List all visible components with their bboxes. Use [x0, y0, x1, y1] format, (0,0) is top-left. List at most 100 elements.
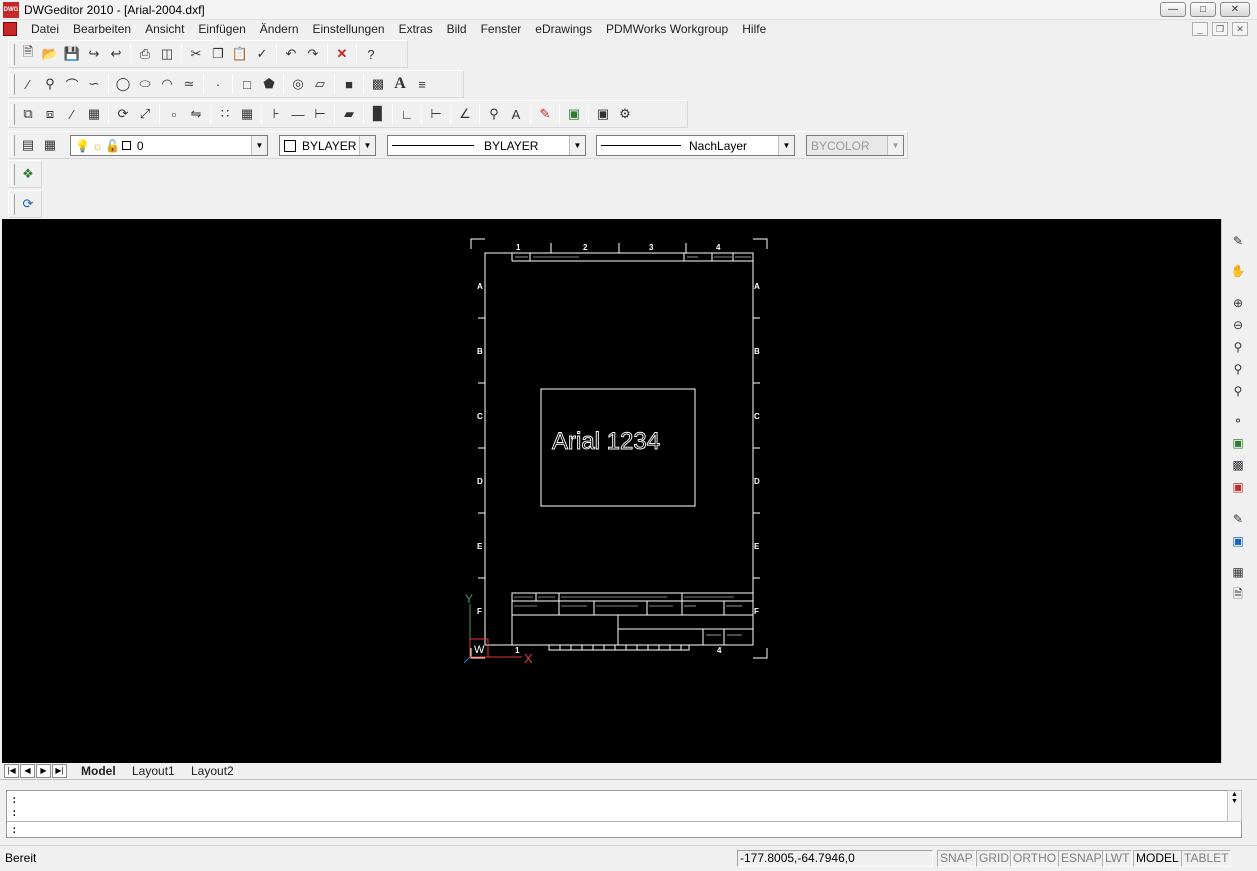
copy-entity-icon[interactable]: ⧉: [17, 103, 39, 125]
arc-icon[interactable]: ⌒: [61, 73, 83, 95]
copy-icon[interactable]: ❐: [207, 43, 229, 65]
snap-point-icon[interactable]: ❖: [17, 163, 39, 185]
last-tab-button[interactable]: ▶|: [52, 764, 67, 778]
explode-icon[interactable]: ▰: [338, 103, 360, 125]
join-icon[interactable]: —: [287, 103, 309, 125]
zoom-in-icon[interactable]: ⊕: [1228, 293, 1248, 313]
match-properties-icon[interactable]: ✓: [251, 43, 273, 65]
maximize-button[interactable]: □: [1190, 2, 1216, 17]
drawing-text[interactable]: Arial 1234: [552, 428, 661, 456]
menu-bild[interactable]: Bild: [440, 22, 474, 37]
help-icon[interactable]: ?: [360, 43, 382, 65]
document-properties-icon[interactable]: 🗎: [1228, 584, 1248, 604]
document-icon[interactable]: [3, 22, 17, 36]
esnap-toggle[interactable]: ESNAP: [1058, 850, 1105, 867]
tab-layout2[interactable]: Layout2: [191, 763, 234, 779]
mdi-minimize-button[interactable]: _: [1192, 22, 1208, 36]
mdi-close-button[interactable]: ✕: [1232, 22, 1248, 36]
ellipse-arc-icon[interactable]: ◠: [156, 73, 178, 95]
menu-aendern[interactable]: Ändern: [253, 22, 306, 37]
menu-ansicht[interactable]: Ansicht: [138, 22, 191, 37]
chevron-down-icon[interactable]: ▼: [569, 136, 585, 155]
polyline-icon[interactable]: ∽: [83, 73, 105, 95]
toolbar-grip[interactable]: [11, 74, 15, 95]
redo-icon[interactable]: ↷: [302, 43, 324, 65]
grid-array-icon[interactable]: ∷: [214, 103, 236, 125]
stretch-icon[interactable]: ⇋: [185, 103, 207, 125]
close-button[interactable]: ✕: [1220, 2, 1250, 17]
snap-toggle[interactable]: SNAP: [937, 850, 976, 867]
chart-icon[interactable]: ▉: [367, 103, 389, 125]
orbit-icon[interactable]: ⚬: [1228, 411, 1248, 431]
tablet-toggle[interactable]: TABLET: [1181, 850, 1232, 867]
viewport-icon[interactable]: ▣: [592, 103, 614, 125]
toolbar-grip[interactable]: [11, 104, 15, 125]
toolbar-grip[interactable]: [11, 135, 15, 156]
named-views-icon[interactable]: ▣: [1228, 531, 1248, 551]
paste-icon[interactable]: 📋: [229, 43, 251, 65]
layer-dropdown[interactable]: 💡 ☼ 🔓 0 ▼: [70, 135, 268, 156]
multiline-text-icon[interactable]: ≡: [411, 73, 433, 95]
menu-edrawings[interactable]: eDrawings: [528, 22, 599, 37]
spline-icon[interactable]: ≃: [178, 73, 200, 95]
layer-states-icon[interactable]: ▦: [39, 134, 61, 156]
move-icon[interactable]: ⧈: [39, 103, 61, 125]
command-window[interactable]: : : :: [6, 790, 1242, 838]
point-icon[interactable]: ·: [207, 73, 229, 95]
find-icon[interactable]: ⚲: [483, 103, 505, 125]
toolbar-grip[interactable]: [11, 194, 15, 215]
polygon-icon[interactable]: ⬟: [258, 73, 280, 95]
circle-icon[interactable]: ◯: [112, 73, 134, 95]
scale-icon[interactable]: ⤢: [134, 103, 156, 125]
text-icon[interactable]: A: [389, 73, 411, 95]
save-icon[interactable]: 💾: [61, 43, 83, 65]
fillet-icon[interactable]: ∟: [396, 103, 418, 125]
pattern-icon[interactable]: ▦: [236, 103, 258, 125]
zoom-previous-icon[interactable]: ⚲: [1228, 381, 1248, 401]
print-preview-icon[interactable]: ◫: [156, 43, 178, 65]
next-tab-button[interactable]: ▶: [36, 764, 51, 778]
properties-icon[interactable]: ⚙: [614, 103, 636, 125]
line-icon[interactable]: ∕: [17, 73, 39, 95]
ortho-toggle[interactable]: ORTHO: [1010, 850, 1060, 867]
new-icon[interactable]: 🗎: [17, 43, 39, 65]
toolbar-grip[interactable]: [11, 164, 15, 185]
refresh-icon[interactable]: ⟳: [17, 193, 39, 215]
color-dropdown[interactable]: BYLAYER ▼: [279, 135, 376, 156]
pan-realtime-icon[interactable]: ✎: [1228, 231, 1248, 251]
hatch-icon[interactable]: ▩: [367, 73, 389, 95]
eraser-icon[interactable]: ✎: [534, 103, 556, 125]
trim-icon[interactable]: ⊢: [309, 103, 331, 125]
command-scrollbar[interactable]: ▲ ▼: [1227, 790, 1242, 822]
chevron-down-icon[interactable]: ▼: [251, 136, 267, 155]
import-icon[interactable]: ↪: [83, 43, 105, 65]
donut-icon[interactable]: ◎: [287, 73, 309, 95]
layer-previous-icon[interactable]: ▤: [17, 134, 39, 156]
chevron-down-icon[interactable]: ▼: [359, 136, 375, 155]
chamfer-icon[interactable]: ∠: [454, 103, 476, 125]
render-icon[interactable]: ▣: [1228, 433, 1248, 453]
first-tab-button[interactable]: |◀: [4, 764, 19, 778]
break-icon[interactable]: ⊦: [265, 103, 287, 125]
rectangle-icon[interactable]: □: [236, 73, 258, 95]
menu-einstellungen[interactable]: Einstellungen: [306, 22, 392, 37]
toolbar-grip[interactable]: [11, 44, 15, 65]
zoom-out-icon[interactable]: ⊖: [1228, 315, 1248, 335]
model-toggle[interactable]: MODEL: [1133, 850, 1182, 867]
layer-manager-icon[interactable]: ▣: [563, 103, 585, 125]
menu-extras[interactable]: Extras: [392, 22, 440, 37]
command-prompt[interactable]: :: [11, 823, 18, 836]
zoom-extents-icon[interactable]: ⚲: [1228, 359, 1248, 379]
rotate-icon[interactable]: ⟳: [112, 103, 134, 125]
mirror-icon[interactable]: ▫: [163, 103, 185, 125]
zoom-window-icon[interactable]: ⚲: [1228, 337, 1248, 357]
drawing-canvas[interactable]: 1 2 3 4 A B C D E F A B C D E F 1 4 Aria…: [2, 219, 1221, 763]
grid-toggle[interactable]: GRID: [976, 850, 1012, 867]
lineweight-dropdown[interactable]: NachLayer ▼: [596, 135, 795, 156]
undo-icon[interactable]: ↶: [280, 43, 302, 65]
tab-layout1[interactable]: Layout1: [132, 763, 175, 779]
menu-fenster[interactable]: Fenster: [474, 22, 529, 37]
cut-icon[interactable]: ✂: [185, 43, 207, 65]
hide-icon[interactable]: ▣: [1228, 477, 1248, 497]
table-icon[interactable]: ▦: [1228, 562, 1248, 582]
